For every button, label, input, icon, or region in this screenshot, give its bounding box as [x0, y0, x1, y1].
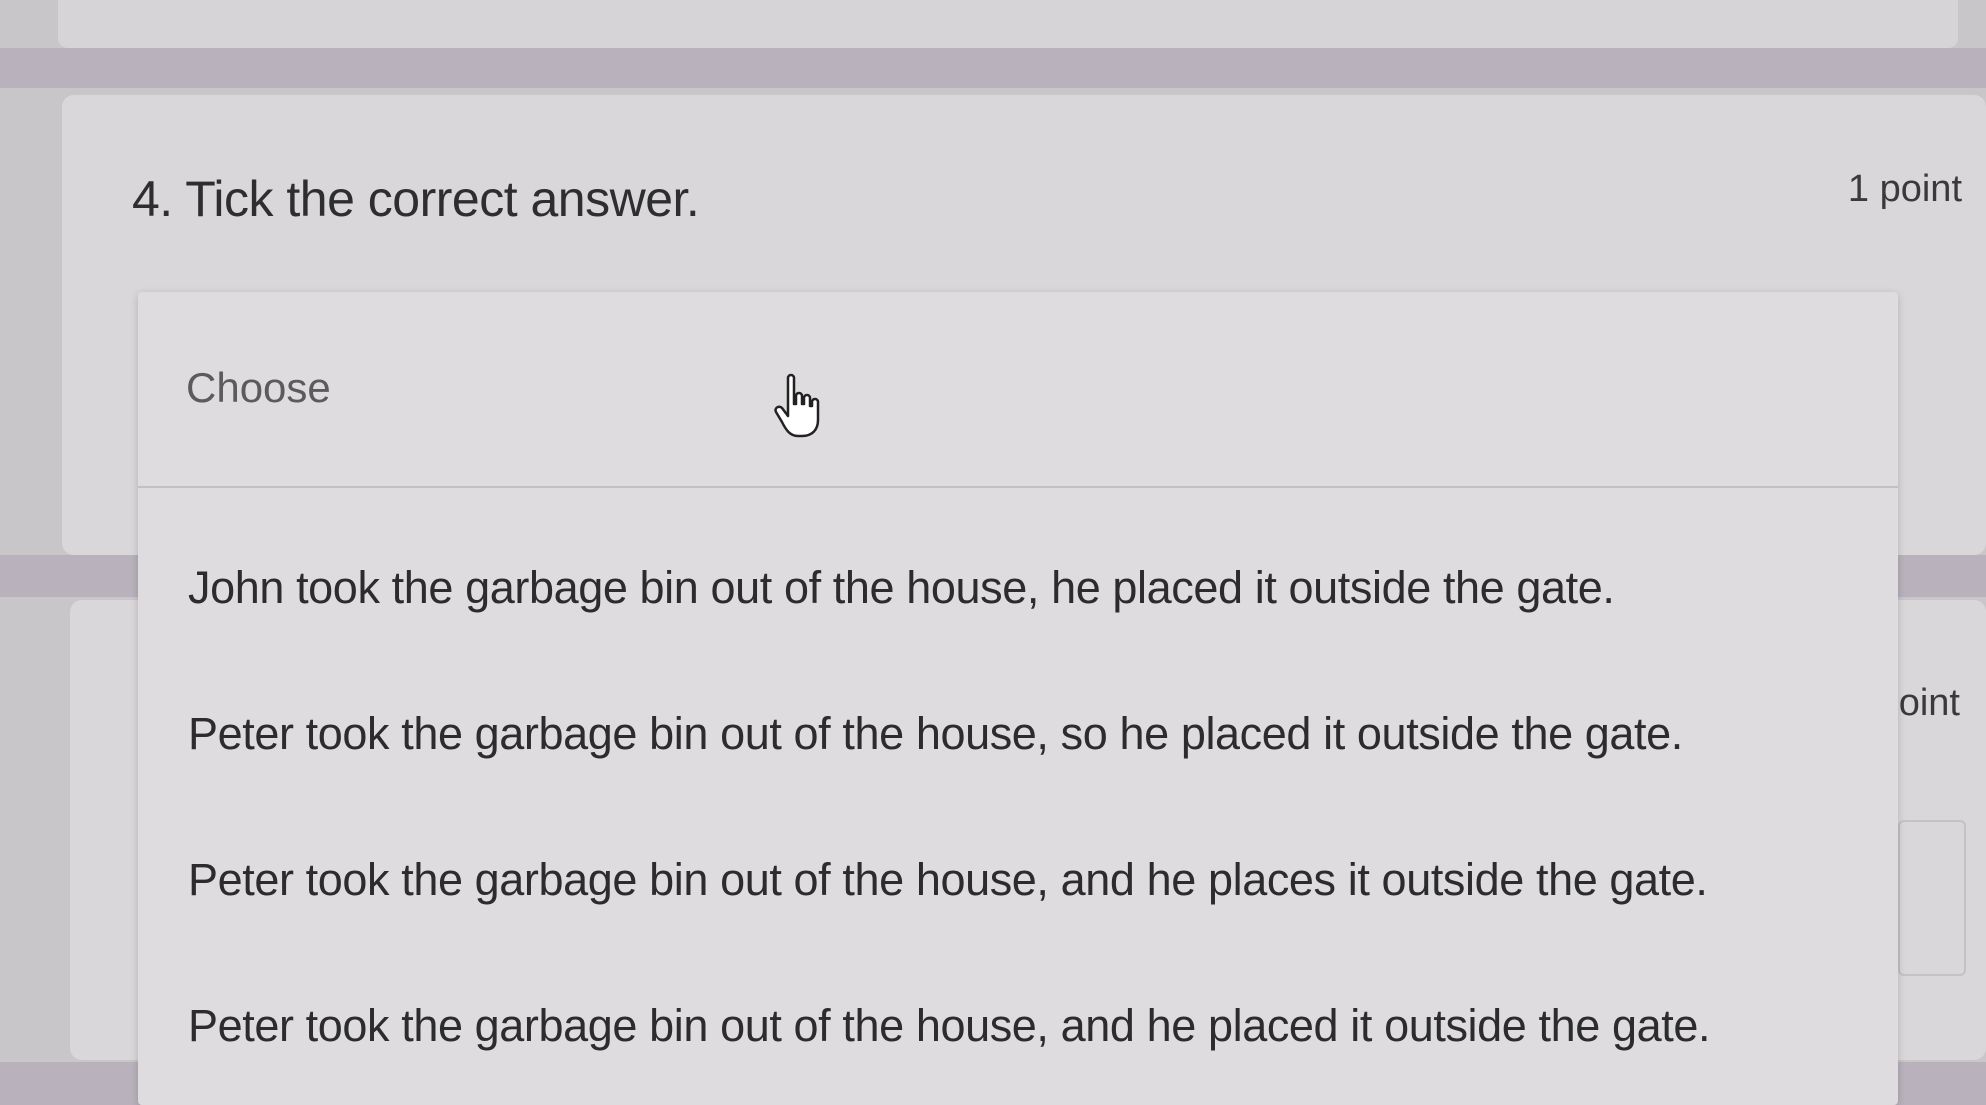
form-background-band: [0, 48, 1986, 88]
dropdown-option[interactable]: Peter took the garbage bin out of the ho…: [188, 854, 1708, 906]
dropdown-placeholder-row[interactable]: Choose: [138, 292, 1898, 488]
next-question-points: oint: [1898, 682, 1960, 724]
answer-dropdown-menu[interactable]: Choose John took the garbage bin out of …: [138, 292, 1898, 1105]
previous-question-card: [58, 0, 1958, 48]
dropdown-option[interactable]: John took the garbage bin out of the hou…: [188, 562, 1615, 614]
dropdown-option[interactable]: Peter took the garbage bin out of the ho…: [188, 708, 1683, 760]
next-question-input[interactable]: [1898, 820, 1966, 976]
question-points: 1 point: [1847, 168, 1962, 210]
dropdown-option[interactable]: Peter took the garbage bin out of the ho…: [188, 1000, 1710, 1052]
dropdown-placeholder[interactable]: Choose: [186, 364, 331, 412]
hand-pointer-icon: [774, 373, 820, 438]
question-title: 4. Tick the correct answer.: [132, 171, 700, 227]
